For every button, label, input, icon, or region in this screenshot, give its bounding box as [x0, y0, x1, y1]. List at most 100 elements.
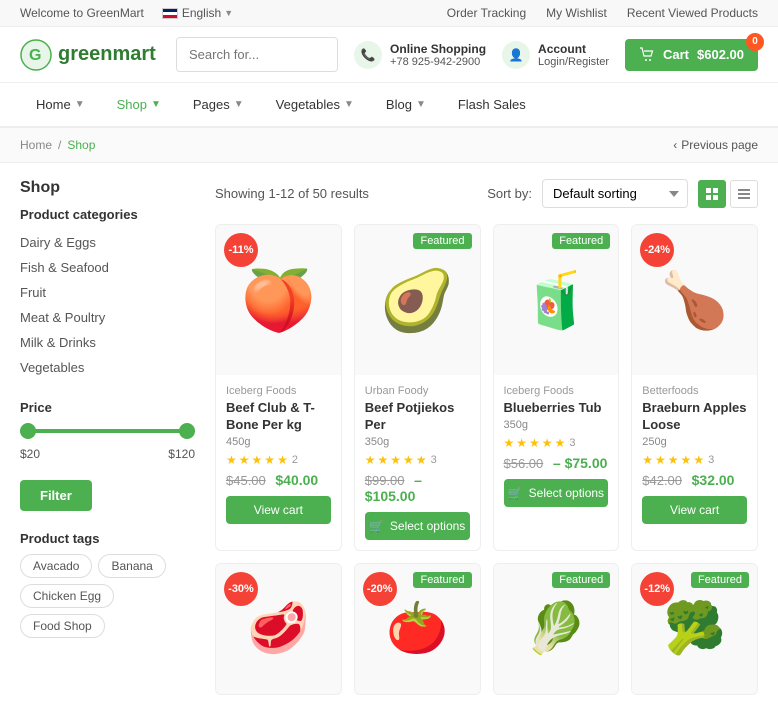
price-old-4: $42.00: [642, 473, 682, 488]
nav-pages-label: Pages: [193, 97, 230, 112]
account-icon: 👤: [502, 41, 530, 69]
product-card-1: 🍑 -11% Iceberg Foods Beef Club & T-Bone …: [215, 224, 342, 551]
price-min-label: $20: [20, 447, 40, 461]
product-emoji-2: 🥑: [380, 265, 455, 336]
nav-flash-sales[interactable]: Flash Sales: [442, 83, 542, 126]
language-selector[interactable]: English ▼: [162, 6, 233, 20]
nav-pages-arrow: ▼: [234, 99, 244, 110]
wishlist-link[interactable]: My Wishlist: [546, 6, 607, 20]
star-icon: ★: [403, 453, 414, 467]
logo[interactable]: G greenmart: [20, 39, 160, 71]
sidebar-item-vegetables[interactable]: Vegetables: [20, 355, 195, 380]
sort-label: Sort by:: [487, 186, 532, 201]
nav-shop[interactable]: Shop ▼: [101, 83, 177, 126]
price-slider-fill: [20, 429, 195, 433]
product-stars-4: ★ ★ ★ ★ ★ 3: [642, 453, 747, 467]
sidebar-item-meat[interactable]: Meat & Poultry: [20, 305, 195, 330]
tag-avacado[interactable]: Avacado: [20, 554, 92, 578]
tags-title: Product tags: [20, 531, 195, 546]
product-price-4: $42.00 $32.00: [642, 472, 747, 488]
product-stars-3: ★ ★ ★ ★ ★ 3: [504, 436, 609, 450]
order-tracking-link[interactable]: Order Tracking: [447, 6, 526, 20]
top-bar: Welcome to GreenMart English ▼ Order Tra…: [0, 0, 778, 27]
sidebar-item-dairy[interactable]: Dairy & Eggs: [20, 230, 195, 255]
tag-food-shop[interactable]: Food Shop: [20, 614, 105, 638]
tag-chicken-egg[interactable]: Chicken Egg: [20, 584, 114, 608]
logo-icon: G: [20, 39, 52, 71]
cart-badge: 0: [746, 33, 764, 51]
account-sub[interactable]: Login/Register: [538, 56, 609, 68]
featured-badge-8: Featured: [691, 572, 749, 588]
star-icon: ★: [504, 436, 515, 450]
main-nav: Home ▼ Shop ▼ Pages ▼ Vegetables ▼ Blog …: [0, 83, 778, 128]
view-cart-button-4[interactable]: View cart: [642, 496, 747, 524]
nav-vegetables-arrow: ▼: [344, 99, 354, 110]
page-title: Shop: [20, 179, 195, 197]
sidebar-item-milk[interactable]: Milk & Drinks: [20, 330, 195, 355]
tags-section: Product tags Avacado Banana Chicken Egg …: [20, 531, 195, 638]
nav-vegetables[interactable]: Vegetables ▼: [260, 83, 370, 126]
star-icon: ★: [693, 453, 704, 467]
star-icon: ★: [416, 453, 427, 467]
product-emoji-8: 🥦: [663, 599, 725, 658]
featured-badge-2: Featured: [413, 233, 471, 249]
cart-amount: $602.00: [697, 47, 744, 62]
breadcrumb-home[interactable]: Home: [20, 138, 52, 152]
account-label: Account: [538, 42, 609, 56]
search-input[interactable]: [177, 39, 338, 70]
sidebar-item-fruit[interactable]: Fruit: [20, 280, 195, 305]
contact-label: Online Shopping: [390, 42, 486, 56]
product-weight-2: 350g: [365, 436, 470, 448]
star-icon: ★: [378, 453, 389, 467]
price-new-1: $40.00: [275, 472, 318, 488]
star-icon: ★: [655, 453, 666, 467]
recent-viewed-link[interactable]: Recent Viewed Products: [627, 6, 758, 20]
cart-button[interactable]: 0 Cart $602.00: [625, 39, 758, 71]
discount-badge-5: -30%: [224, 572, 258, 606]
nav-pages[interactable]: Pages ▼: [177, 83, 260, 126]
product-emoji-6: 🍅: [386, 599, 448, 658]
product-card-8: 🥦 -12% Featured: [631, 563, 758, 695]
product-emoji-7: 🥬: [525, 599, 587, 658]
filter-button[interactable]: Filter: [20, 480, 92, 511]
header: G greenmart 📞 Online Shopping +78 925-94…: [0, 27, 778, 83]
breadcrumb-sep: /: [58, 138, 61, 152]
products-area: Showing 1-12 of 50 results Sort by: Defa…: [215, 179, 758, 695]
price-old-2: $99.00: [365, 473, 405, 488]
star-icon: ★: [226, 453, 237, 467]
nav-blog[interactable]: Blog ▼: [370, 83, 442, 126]
star-icon: ★: [542, 436, 553, 450]
contact-phone: +78 925-942-2900: [390, 56, 486, 68]
star-icon: ★: [668, 453, 679, 467]
price-slider-max-thumb[interactable]: [179, 423, 195, 439]
svg-text:G: G: [29, 47, 41, 64]
sidebar: Shop Product categories Dairy & Eggs Fis…: [20, 179, 195, 695]
nav-home[interactable]: Home ▼: [20, 83, 101, 126]
prev-page-link[interactable]: ‹ Previous page: [673, 138, 758, 152]
nav-home-arrow: ▼: [75, 99, 85, 110]
sort-select[interactable]: Default sorting Price: Low to High Price…: [542, 179, 688, 208]
sidebar-item-fish[interactable]: Fish & Seafood: [20, 255, 195, 280]
product-name-2: Beef Potjiekos Per: [365, 400, 470, 434]
product-emoji-5: 🥩: [247, 599, 309, 658]
price-slider-min-thumb[interactable]: [20, 423, 36, 439]
view-cart-button-1[interactable]: View cart: [226, 496, 331, 524]
star-icon: ★: [264, 453, 275, 467]
star-icon: ★: [239, 453, 250, 467]
tag-banana[interactable]: Banana: [98, 554, 165, 578]
select-options-button-2[interactable]: 🛒 Select options: [365, 512, 470, 540]
product-card-4: 🍗 -24% Betterfoods Braeburn Apples Loose…: [631, 224, 758, 551]
price-new-3: – $75.00: [553, 455, 608, 471]
product-emoji-4: 🍗: [660, 268, 728, 333]
select-options-button-3[interactable]: 🛒 Select options: [504, 479, 609, 507]
price-old-1: $45.00: [226, 473, 266, 488]
product-grid: 🍑 -11% Iceberg Foods Beef Club & T-Bone …: [215, 224, 758, 551]
nav-blog-arrow: ▼: [416, 99, 426, 110]
product-image-4: 🍗 -24%: [632, 225, 757, 375]
star-icon: ★: [555, 436, 566, 450]
cart-icon: [639, 47, 655, 63]
list-view-button[interactable]: [730, 180, 758, 208]
grid-view-button[interactable]: [698, 180, 726, 208]
nav-flash-sales-label: Flash Sales: [458, 97, 526, 112]
logo-text: greenmart: [58, 43, 156, 66]
